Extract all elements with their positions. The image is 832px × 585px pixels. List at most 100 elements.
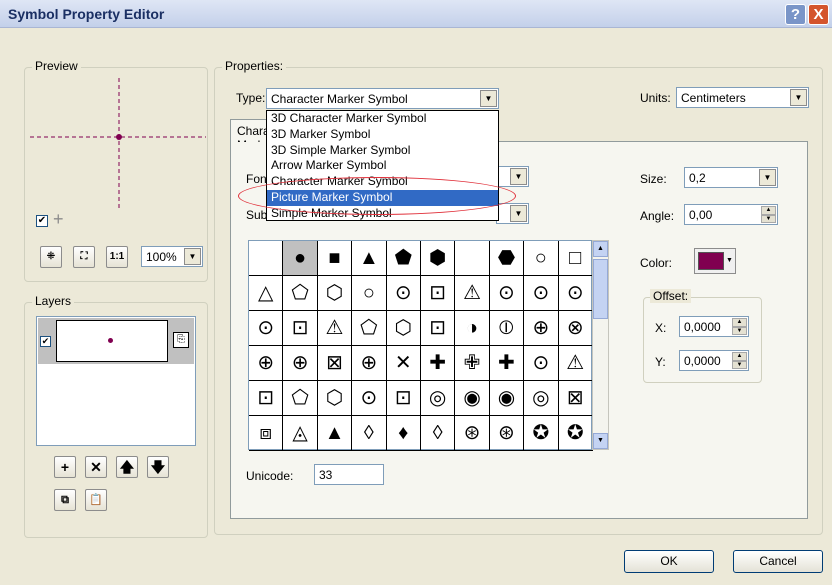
glyph-cell[interactable]: ⬟ — [386, 241, 421, 276]
glyph-cell[interactable]: ✚ — [420, 346, 456, 381]
character-grid[interactable]: ● ■ ▲ ⬟ ⬢ ⬣ ○ □ △ ⬠ ⬡ ○ ⊙ ⊡ ⚠ ⊙ ⊙ ⊙ ⊙ ⊡ ⚠ ⬠ ⬡ ⊡ ◑ ⦶ ⊕ ⊗ ⊕ ⊕ ⊠ ⊕ ✕ ✚ ✙ ✚ ⊙ ⚠ ⊡ ⬠… — [248, 240, 593, 451]
glyph-cell[interactable]: ◊ — [352, 416, 387, 451]
glyph-cell[interactable]: ■ — [317, 241, 353, 276]
glyph-cell[interactable]: ⬢ — [420, 241, 456, 276]
offset-y-spinner[interactable]: ▲ ▼ — [732, 352, 747, 369]
grid-scrollbar[interactable]: ▲ ▼ — [592, 240, 609, 450]
subset-select[interactable]: ▼ — [496, 203, 529, 224]
glyph-cell[interactable]: ⊡ — [386, 381, 421, 416]
glyph-cell[interactable]: ⊙ — [352, 381, 387, 416]
list-item[interactable]: Arrow Marker Symbol — [267, 158, 498, 174]
glyph-cell[interactable]: ◉ — [489, 381, 525, 416]
glyph-cell[interactable]: ▲ — [352, 241, 387, 276]
offset-y-input[interactable]: 0,0000 ▲ ▼ — [679, 350, 749, 371]
chevron-down-icon[interactable]: ▼ — [510, 168, 527, 185]
close-button[interactable]: X — [808, 4, 829, 25]
add-layer-button[interactable]: + — [54, 456, 76, 478]
glyph-cell[interactable] — [455, 241, 490, 276]
angle-input[interactable]: 0,00 ▲ ▼ — [684, 204, 778, 225]
list-item[interactable]: 3D Simple Marker Symbol — [267, 143, 498, 159]
glyph-cell[interactable]: ⊛ — [489, 416, 525, 451]
glyph-cell[interactable]: ○ — [352, 276, 387, 311]
zoom-full-icon[interactable]: ⛶ — [73, 246, 95, 268]
glyph-cell[interactable]: ✕ — [386, 346, 421, 381]
glyph-cell[interactable]: ⦶ — [489, 311, 525, 346]
glyph-cell[interactable]: ▲ — [317, 416, 353, 451]
cancel-button[interactable]: Cancel — [733, 550, 823, 573]
help-button[interactable]: ? — [785, 4, 806, 25]
copy-layer-icon[interactable]: ⧉ — [54, 489, 76, 511]
glyph-cell[interactable]: △ — [249, 276, 284, 311]
glyph-cell[interactable]: ◉ — [455, 381, 490, 416]
glyph-cell[interactable]: ⊙ — [386, 276, 421, 311]
glyph-cell[interactable]: ⚠ — [317, 311, 353, 346]
glyph-cell[interactable]: ● — [283, 241, 318, 276]
glyph-cell[interactable]: ◎ — [524, 381, 559, 416]
zoom-select[interactable]: 100% ▼ — [141, 246, 203, 267]
glyph-cell[interactable]: ⊡ — [420, 311, 456, 346]
glyph-cell[interactable]: ✪ — [524, 416, 559, 451]
glyph-cell[interactable] — [249, 241, 284, 276]
glyph-cell[interactable]: ⬡ — [317, 381, 353, 416]
glyph-cell[interactable]: ⊙ — [524, 276, 559, 311]
glyph-cell[interactable]: ⊛ — [455, 416, 490, 451]
glyph-cell[interactable]: ⬡ — [317, 276, 353, 311]
glyph-cell[interactable]: ⊠ — [317, 346, 353, 381]
chevron-down-icon[interactable]: ▼ — [184, 248, 201, 265]
preview-checkbox-icon[interactable]: ✔ — [36, 215, 48, 227]
glyph-cell[interactable]: ⊕ — [524, 311, 559, 346]
glyph-cell[interactable]: ⊙ — [558, 276, 593, 311]
glyph-cell[interactable]: ⬠ — [283, 276, 318, 311]
glyph-cell[interactable]: ✪ — [558, 416, 593, 451]
glyph-cell[interactable]: ⊕ — [249, 346, 284, 381]
glyph-cell[interactable]: ⊡ — [249, 381, 284, 416]
glyph-cell[interactable]: ⊙ — [524, 346, 559, 381]
glyph-cell[interactable]: ⊗ — [558, 311, 593, 346]
paste-layer-icon[interactable]: 📋 — [85, 489, 107, 511]
fit-extent-icon[interactable]: ⁜ — [40, 246, 62, 268]
glyph-cell[interactable]: ◑ — [455, 311, 490, 346]
glyph-cell[interactable]: ⬠ — [352, 311, 387, 346]
scroll-up-icon[interactable]: ▲ — [593, 241, 608, 257]
glyph-cell[interactable]: ⊕ — [352, 346, 387, 381]
glyph-cell[interactable]: ⚠ — [558, 346, 593, 381]
layer-checkbox-icon[interactable]: ✔ — [40, 336, 51, 347]
move-up-button[interactable]: 🡅 — [116, 456, 138, 478]
scroll-down-icon[interactable]: ▼ — [593, 433, 608, 449]
font-select[interactable]: ▼ — [496, 166, 529, 187]
angle-spinner[interactable]: ▲ ▼ — [761, 206, 776, 223]
size-select[interactable]: 0,2 ▼ — [684, 167, 778, 188]
scroll-thumb[interactable] — [593, 259, 608, 319]
glyph-cell[interactable]: ◎ — [420, 381, 456, 416]
glyph-cell[interactable]: ⊡ — [283, 311, 318, 346]
tab-character-marker[interactable]: Character Marker — [230, 119, 270, 142]
glyph-cell[interactable]: ⬣ — [489, 241, 525, 276]
glyph-cell[interactable]: ⊕ — [283, 346, 318, 381]
glyph-cell[interactable]: ⬡ — [386, 311, 421, 346]
type-select[interactable]: Character Marker Symbol ▼ — [266, 88, 499, 109]
color-picker-button[interactable]: ▼ — [694, 248, 736, 274]
glyph-cell[interactable]: ✙ — [455, 346, 490, 381]
list-item[interactable]: 3D Marker Symbol — [267, 127, 498, 143]
glyph-cell[interactable]: ◬ — [283, 416, 318, 451]
glyph-cell[interactable]: ⚠ — [455, 276, 490, 311]
chevron-down-icon[interactable]: ▼ — [480, 90, 497, 107]
glyph-cell[interactable]: □ — [558, 241, 593, 276]
glyph-cell[interactable]: ♦ — [386, 416, 421, 451]
chevron-down-icon[interactable]: ▼ — [759, 169, 776, 186]
chevron-down-icon[interactable]: ▼ — [790, 89, 807, 106]
remove-layer-button[interactable]: ✕ — [85, 456, 107, 478]
unicode-input[interactable]: 33 — [314, 464, 384, 485]
glyph-cell[interactable]: ⊙ — [249, 311, 284, 346]
ok-button[interactable]: OK — [624, 550, 714, 573]
glyph-cell[interactable]: ○ — [524, 241, 559, 276]
lock-layer-icon[interactable]: ⎘ — [173, 332, 189, 348]
offset-x-input[interactable]: 0,0000 ▲ ▼ — [679, 316, 749, 337]
move-down-button[interactable]: 🡇 — [147, 456, 169, 478]
offset-x-spinner[interactable]: ▲ ▼ — [732, 318, 747, 335]
actual-size-icon[interactable]: 1:1 — [106, 246, 128, 268]
glyph-cell[interactable]: ◊ — [420, 416, 456, 451]
glyph-cell[interactable]: ⊠ — [558, 381, 593, 416]
glyph-cell[interactable]: ⬠ — [283, 381, 318, 416]
glyph-cell[interactable]: ⧈ — [249, 416, 284, 451]
